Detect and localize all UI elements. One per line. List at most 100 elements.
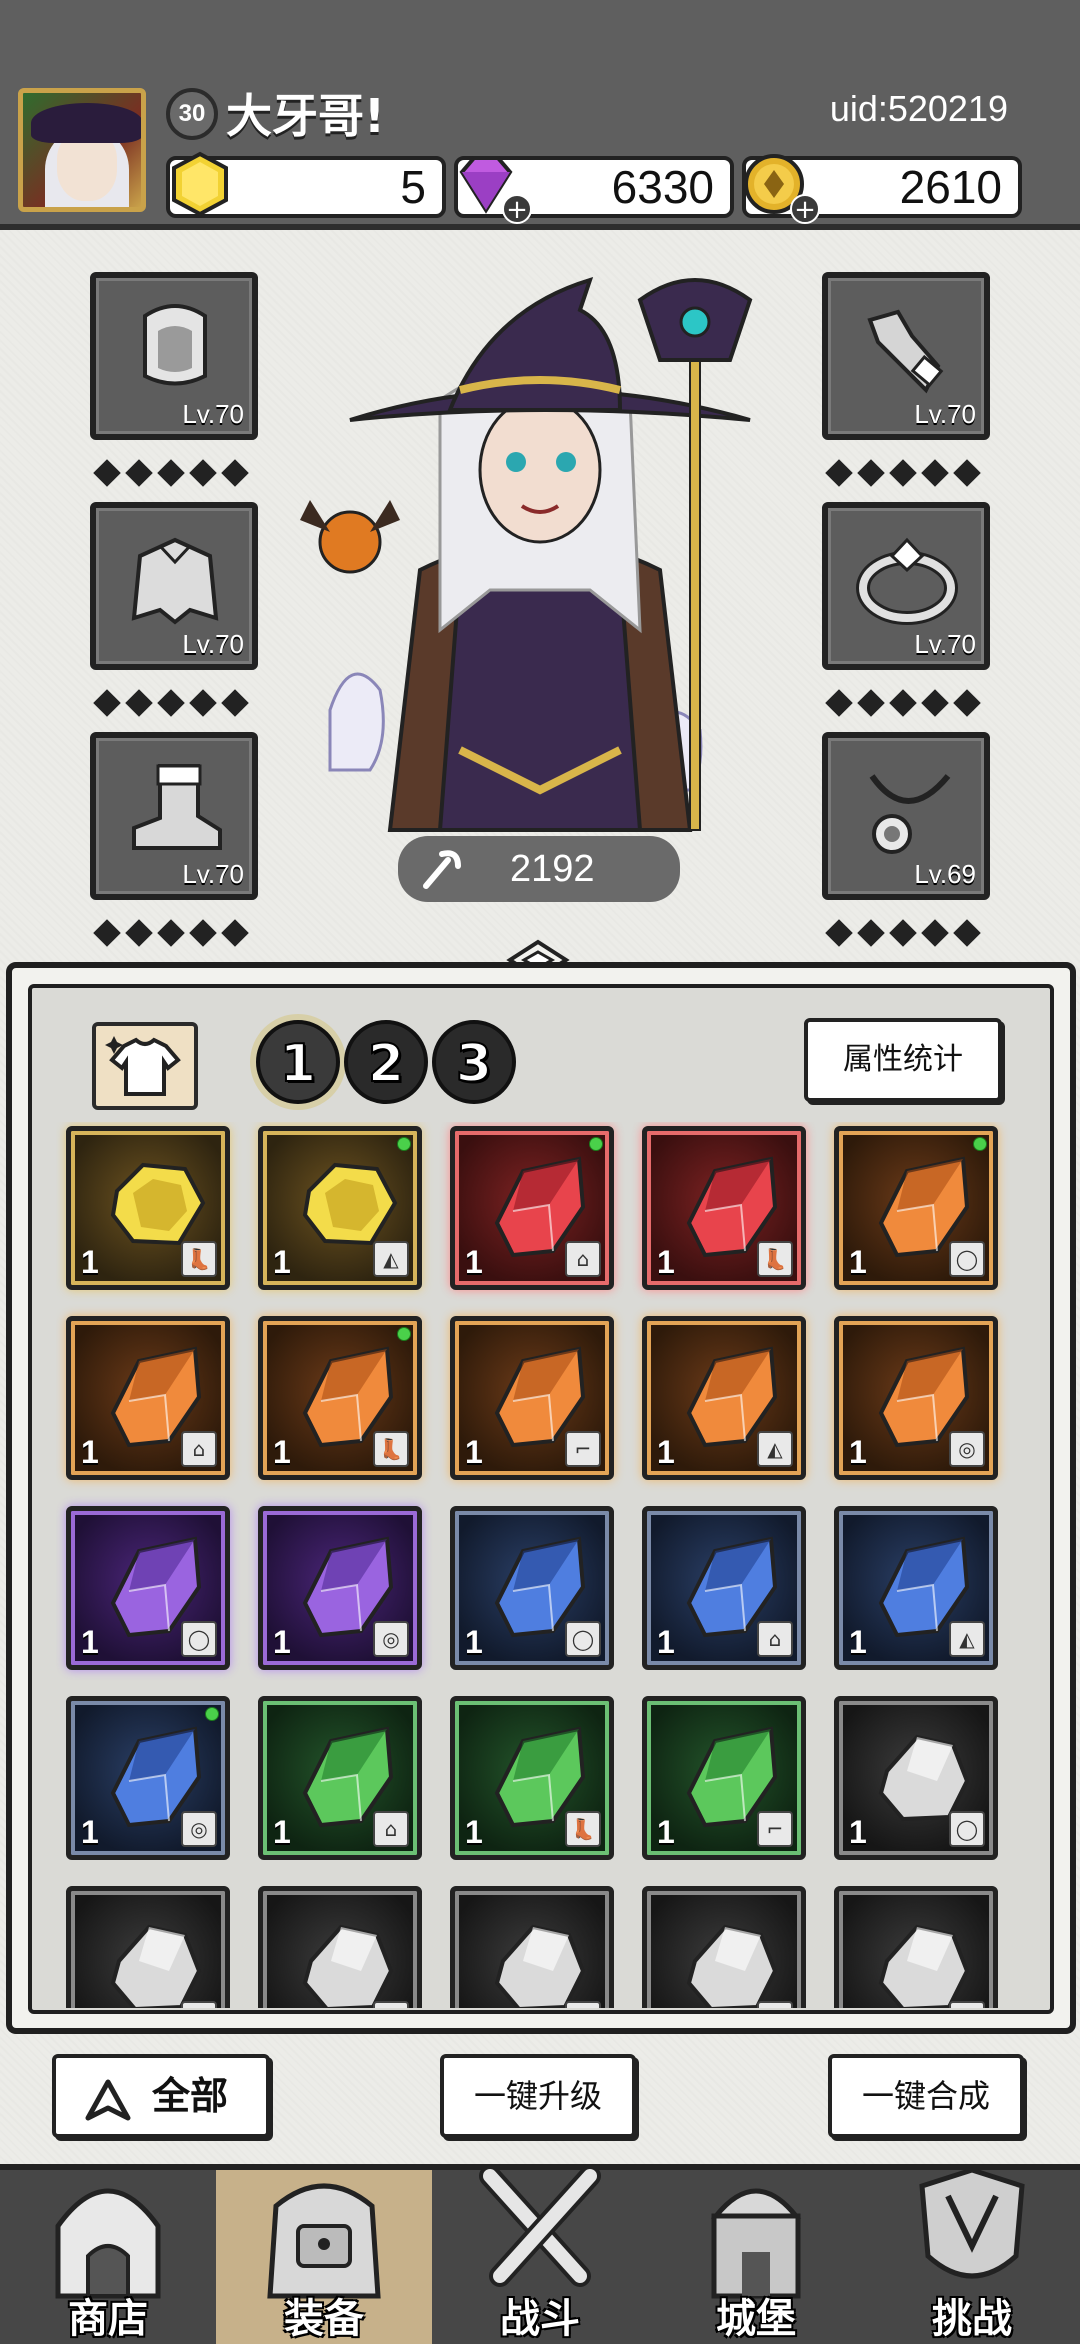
gem-quantity: 1 [849, 1624, 867, 1660]
nav-shop[interactable]: 商店 [0, 2170, 216, 2344]
equip-level: Lv.70 [182, 399, 244, 429]
add-diamond-button[interactable]: + [502, 194, 532, 224]
one-key-upgrade-button[interactable]: 一键升级 [440, 2054, 636, 2138]
gem-slot[interactable]: 1◭ [258, 1126, 422, 1290]
gem-grid: 1 👢 1 ◭ 1 ⌂ 1 👢 1 ◯ 1 ⌂ 1 👢 1 ⌐ 1 ◭ 1 ◎ 1 ◯ 1 ◎ 1 ◯ 1 ⌂ 1 ◭ 1 ◎ 1 ⌂ 1 👢 1 ⌐ 1 ◯… [56, 1122, 1034, 2008]
star-row [93, 689, 249, 720]
gem-slot[interactable]: 1◎ [258, 1506, 422, 1670]
arm-type-icon: ⌐ [565, 1431, 601, 1467]
gem-slot[interactable]: 1◯ [66, 1506, 230, 1670]
gem-quantity: 1 [849, 2004, 867, 2008]
nav-equipment-label: 装备 [284, 2296, 364, 2342]
equip-slot-arm[interactable]: Lv.70 [822, 272, 990, 440]
gem-quantity: 1 [465, 1434, 483, 1470]
necklace-type-icon: ◎ [949, 1431, 985, 1467]
hero-character-portrait[interactable] [290, 270, 790, 870]
hood-type-icon: ◭ [757, 1431, 793, 1467]
gem-page-tab-3[interactable]: 3 [432, 1020, 516, 1104]
gem-slot[interactable]: 1◯ [66, 1886, 230, 2008]
nav-equipment[interactable]: 装备 [216, 2170, 432, 2344]
cape-type-icon: ⌂ [757, 1621, 793, 1657]
triangle-up-icon [85, 2079, 131, 2121]
crossed-swords-icon [479, 2165, 601, 2287]
new-indicator-dot [205, 1707, 219, 1721]
ring-type-icon: ◯ [949, 1811, 985, 1847]
attribute-stats-button[interactable]: 属性统计 [804, 1018, 1002, 1102]
filter-all-button[interactable]: 全部 [52, 2054, 270, 2138]
equip-slot-hood[interactable]: Lv.70 [90, 272, 258, 440]
gem-slot[interactable]: 1 ⌂ [66, 1316, 230, 1480]
ring-type-icon: ◯ [565, 1621, 601, 1657]
gem-inventory-panel: 1 2 3 属性统计 1 👢 1 ◭ 1 ⌂ 1 👢 1 ◯ 1 ⌂ 1 👢 1 ⌐ 1 ◭ 1 ◎ 1 ◯ 1 ◎ 1 ◯ 1 ⌂ 1… [6, 962, 1076, 2034]
gem-slot[interactable]: 1◯ [834, 1696, 998, 1860]
one-key-merge-button[interactable]: 一键合成 [828, 2054, 1024, 2138]
stamina-value: 5 [400, 161, 426, 213]
hood-icon [143, 304, 207, 386]
new-indicator-dot [397, 1137, 411, 1151]
hood-type-icon: ◭ [373, 2001, 409, 2008]
gray-gem-icon [302, 1924, 394, 2008]
cape-type-icon: ⌂ [373, 1811, 409, 1847]
player-avatar[interactable] [18, 88, 146, 212]
hood-type-icon: ◭ [949, 1621, 985, 1657]
gem-slot[interactable]: 1 ⌂ [258, 1696, 422, 1860]
top-status-bar: 30 大牙哥! uid:520219 5 6330 + 2610 + [0, 0, 1080, 230]
shield-crest-icon [919, 2167, 1025, 2279]
boot-type-icon: 👢 [565, 1811, 601, 1847]
gem-quantity: 1 [657, 1434, 675, 1470]
gray-gem-icon [878, 1924, 970, 2008]
gem-slot[interactable]: 1👢 [66, 1126, 230, 1290]
gem-slot[interactable]: 1◭ [834, 1506, 998, 1670]
gem-slot[interactable]: 1◯ [834, 1126, 998, 1290]
gem-quantity: 1 [465, 1624, 483, 1660]
gem-quantity: 1 [849, 1814, 867, 1850]
gem-slot[interactable]: 1 ⌐ [642, 1696, 806, 1860]
gem-quantity: 1 [465, 1244, 483, 1280]
combat-power-value: 2192 [510, 848, 595, 890]
gem-slot[interactable]: 1◎ [834, 1316, 998, 1480]
necklace-icon [869, 774, 951, 854]
boot-icon [132, 764, 222, 850]
nav-castle[interactable]: 城堡 [648, 2170, 864, 2344]
equip-slot-necklace[interactable]: Lv.69 [822, 732, 990, 900]
gem-inventory-inner: 1 2 3 属性统计 1 👢 1 ◭ 1 ⌂ 1 👢 1 ◯ 1 ⌂ 1 👢 1 ⌐ 1 ◭ 1 ◎ 1 ◯ 1 ◎ 1 ◯ 1 ⌂ 1… [28, 984, 1054, 2014]
equip-slot-ring[interactable]: Lv.70 [822, 502, 990, 670]
gem-slot[interactable]: 1◎ [834, 1886, 998, 2008]
gem-slot[interactable]: 1◯ [642, 1886, 806, 2008]
star-row [93, 919, 249, 950]
outfit-button[interactable] [92, 1022, 198, 1110]
cape-type-icon: ⌂ [565, 1241, 601, 1277]
equip-level: Lv.70 [182, 629, 244, 659]
star-row [825, 689, 981, 720]
nav-challenge-label: 挑战 [932, 2296, 1012, 2342]
equip-level: Lv.70 [182, 859, 244, 889]
equip-slot-cape[interactable]: Lv.70 [90, 502, 258, 670]
nav-challenge[interactable]: 挑战 [864, 2167, 1080, 2344]
gem-slot[interactable]: 1◭ [258, 1886, 422, 2008]
gem-slot[interactable]: 1👢 [258, 1316, 422, 1480]
gem-slot[interactable]: 1👢 [642, 1126, 806, 1290]
gem-slot[interactable]: 1◭ [642, 1316, 806, 1480]
necklace-type-icon: ◎ [949, 2001, 985, 2008]
diamond-value: 6330 [611, 161, 714, 213]
ring-type-icon: ◯ [181, 2001, 217, 2008]
gem-slot[interactable]: 1◯ [450, 1506, 614, 1670]
necklace-type-icon: ◎ [373, 1621, 409, 1657]
gem-slot[interactable]: 1◎ [66, 1696, 230, 1860]
gem-page-tab-1[interactable]: 1 [256, 1020, 340, 1104]
gem-slot[interactable]: 1 ⌂ [450, 1126, 614, 1290]
cape-type-icon: ⌂ [181, 1431, 217, 1467]
gem-page-tab-2[interactable]: 2 [344, 1020, 428, 1104]
bottom-navigation: 商店 装备 战斗 城堡 挑战 [0, 2164, 1080, 2344]
hood-type-icon: ◭ [373, 1241, 409, 1277]
shirt-sparkle-icon [105, 1036, 181, 1096]
gem-slot[interactable]: 1👢 [450, 1886, 614, 2008]
star-row [825, 459, 981, 490]
gem-slot[interactable]: 1👢 [450, 1696, 614, 1860]
add-gold-button[interactable]: + [790, 194, 820, 224]
boot-type-icon: 👢 [181, 1241, 217, 1277]
gem-slot[interactable]: 1 ⌂ [642, 1506, 806, 1670]
gem-slot[interactable]: 1 ⌐ [450, 1316, 614, 1480]
nav-battle[interactable]: 战斗 [432, 2165, 648, 2344]
equip-slot-boots[interactable]: Lv.70 [90, 732, 258, 900]
